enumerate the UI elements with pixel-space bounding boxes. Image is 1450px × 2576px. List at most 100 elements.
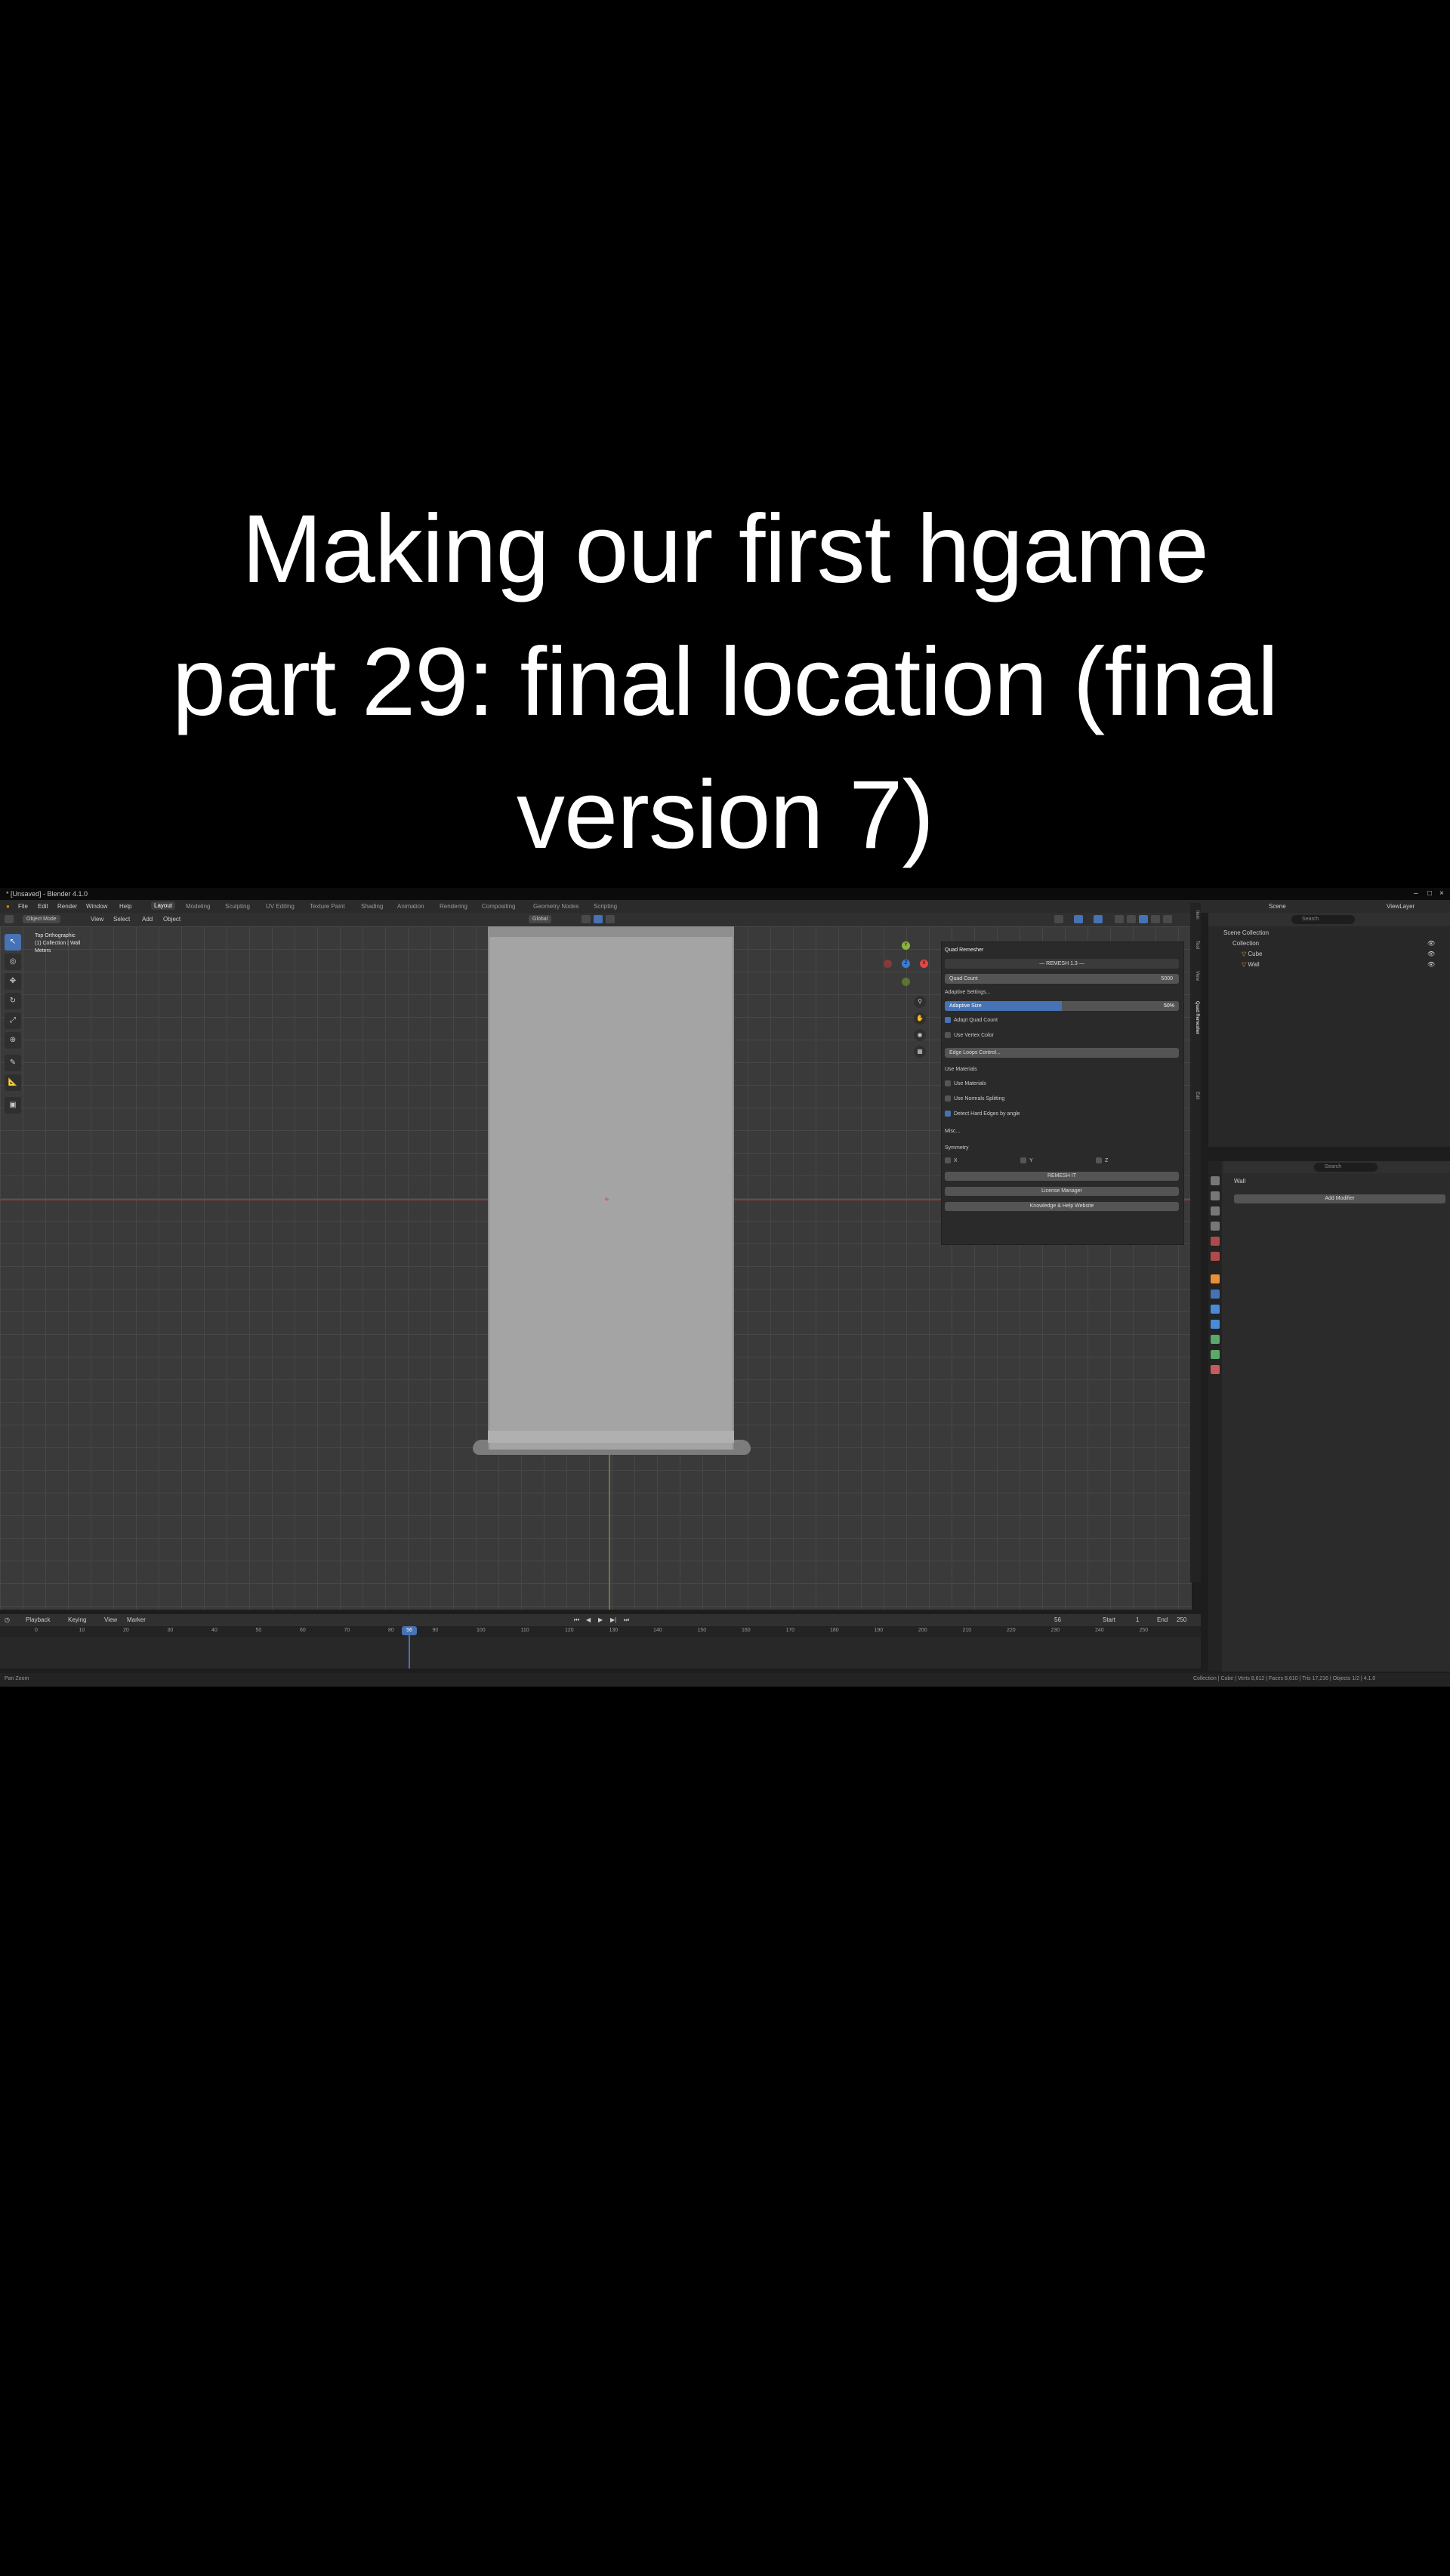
xray-icon[interactable] bbox=[1115, 915, 1124, 923]
proportional-edit-icon[interactable] bbox=[606, 915, 615, 923]
ortho-grid-icon[interactable]: ▦ bbox=[914, 1046, 926, 1058]
navigation-gizmo[interactable]: Y Z X bbox=[884, 941, 929, 987]
scene-collection[interactable]: Scene Collection bbox=[1223, 929, 1269, 936]
tab-view[interactable]: View bbox=[1192, 971, 1199, 981]
tool-props-icon[interactable] bbox=[1211, 1176, 1220, 1185]
select-icon[interactable]: ↖ bbox=[5, 934, 21, 951]
frame-ruler[interactable]: 0 10 20 30 40 50 60 70 80 90 100 110 120 130 140 150 160… bbox=[0, 1626, 1201, 1637]
tab-uv-editing[interactable]: UV Editing bbox=[266, 903, 295, 910]
scene-selector[interactable]: Scene bbox=[1269, 903, 1286, 910]
menu-edit[interactable]: Edit bbox=[38, 903, 48, 910]
adapt-quad-count-checkbox[interactable]: Adapt Quad Count bbox=[945, 1016, 998, 1025]
mode-dropdown[interactable]: Object Mode bbox=[23, 915, 60, 923]
timeline-editor-icon[interactable]: ◷ bbox=[5, 1616, 10, 1623]
overlay-toggle-icon[interactable] bbox=[1094, 915, 1103, 923]
3d-viewport[interactable]: ⌖ Top Orthographic (1) Collection | Wall… bbox=[0, 926, 1192, 1687]
detect-hard-edges-checkbox[interactable]: Detect Hard Edges by angle bbox=[945, 1110, 1020, 1119]
tab-item[interactable]: Item bbox=[1192, 911, 1199, 920]
wall-object[interactable] bbox=[488, 926, 734, 1450]
visibility-eye-icon[interactable]: 👁 bbox=[1427, 961, 1435, 968]
material-shading-icon[interactable] bbox=[1151, 915, 1160, 923]
minimize-icon[interactable]: – bbox=[1414, 889, 1418, 898]
gizmo-z-icon[interactable]: Z bbox=[902, 960, 910, 968]
blender-logo-icon[interactable]: ● bbox=[6, 903, 10, 910]
tab-sculpting[interactable]: Sculpting bbox=[225, 903, 250, 910]
move-icon[interactable]: ✥ bbox=[5, 973, 21, 990]
menu-render[interactable]: Render bbox=[57, 903, 77, 910]
outliner-collection[interactable]: Collection bbox=[1232, 940, 1259, 947]
help-website-button[interactable]: Knowledge & Help Website bbox=[945, 1202, 1179, 1211]
menu-view[interactable]: View bbox=[91, 916, 103, 923]
symmetry-z-checkbox[interactable]: Z bbox=[1096, 1157, 1108, 1166]
tab-layout[interactable]: Layout bbox=[151, 901, 176, 910]
license-manager-button[interactable]: License Manager bbox=[945, 1187, 1179, 1196]
end-frame-field[interactable]: 250 bbox=[1177, 1616, 1186, 1623]
particles-props-icon[interactable] bbox=[1211, 1305, 1220, 1314]
transform-icon[interactable]: ⊕ bbox=[5, 1032, 21, 1049]
menu-help[interactable]: Help bbox=[119, 903, 131, 910]
gizmo-toggle-icon[interactable] bbox=[1074, 915, 1083, 923]
menu-add[interactable]: Add bbox=[142, 916, 153, 923]
keyframe-track[interactable] bbox=[0, 1637, 1201, 1669]
remesh-button[interactable]: REMESH IT bbox=[945, 1172, 1179, 1181]
cursor-icon[interactable]: ◎ bbox=[5, 954, 21, 970]
current-frame-field[interactable]: 56 bbox=[1054, 1616, 1061, 1623]
misc-section[interactable]: Misc... bbox=[945, 1126, 1179, 1137]
camera-view-icon[interactable]: ◉ bbox=[914, 1029, 926, 1041]
menu-select[interactable]: Select bbox=[113, 916, 130, 923]
tab-modeling[interactable]: Modeling bbox=[186, 903, 210, 910]
tab-shading[interactable]: Shading bbox=[361, 903, 383, 910]
edge-loops-dropdown[interactable]: Edge Loops Control... bbox=[945, 1048, 1179, 1058]
use-materials-checkbox[interactable]: Use Materials bbox=[945, 1080, 986, 1089]
wireframe-shading-icon[interactable] bbox=[1127, 915, 1136, 923]
data-props-icon[interactable] bbox=[1211, 1350, 1220, 1359]
object-name-field[interactable]: Wall bbox=[1234, 1178, 1245, 1185]
outliner-item-wall[interactable]: ▽ Wall bbox=[1242, 961, 1260, 968]
gizmo-neg-y-icon[interactable] bbox=[902, 978, 910, 986]
playhead[interactable]: 56 bbox=[402, 1626, 417, 1635]
use-normals-checkbox[interactable]: Use Normals Splitting bbox=[945, 1095, 1004, 1104]
symmetry-y-checkbox[interactable]: Y bbox=[1020, 1157, 1033, 1166]
gizmo-neg-x-icon[interactable] bbox=[884, 960, 892, 968]
measure-icon[interactable]: 📐 bbox=[5, 1074, 21, 1091]
snap-icon[interactable] bbox=[594, 915, 603, 923]
use-vertex-color-checkbox[interactable]: Use Vertex Color bbox=[945, 1031, 994, 1040]
tab-scripting[interactable]: Scripting bbox=[594, 903, 617, 910]
rendered-shading-icon[interactable] bbox=[1163, 915, 1172, 923]
menu-window[interactable]: Window bbox=[86, 903, 107, 910]
gizmo-x-icon[interactable]: X bbox=[920, 960, 928, 968]
object-props-icon[interactable] bbox=[1211, 1274, 1220, 1283]
quad-count-field[interactable]: Quad Count 5000 bbox=[945, 974, 1179, 984]
rotate-icon[interactable]: ↻ bbox=[5, 993, 21, 1009]
output-props-icon[interactable] bbox=[1211, 1206, 1220, 1216]
jump-start-icon[interactable]: ⏮ bbox=[574, 1616, 579, 1624]
gizmo-y-icon[interactable]: Y bbox=[902, 941, 910, 950]
solid-shading-icon[interactable] bbox=[1139, 915, 1148, 923]
render-props-icon[interactable] bbox=[1211, 1191, 1220, 1200]
add-modifier-button[interactable]: Add Modifier bbox=[1234, 1194, 1445, 1203]
editor-type-icon[interactable] bbox=[5, 915, 14, 923]
play-icon[interactable]: ▶ bbox=[598, 1616, 603, 1623]
tab-quad-remesher[interactable]: Quad Remesher bbox=[1192, 1001, 1199, 1034]
outliner-item-cube[interactable]: ▽ Cube bbox=[1242, 951, 1263, 957]
visibility-eye-icon[interactable]: 👁 bbox=[1427, 940, 1435, 947]
pivot-icon[interactable] bbox=[582, 915, 591, 923]
tab-edit[interactable]: Edit bbox=[1192, 1092, 1199, 1099]
scale-icon[interactable]: ⤢ bbox=[5, 1012, 21, 1029]
material-props-icon[interactable] bbox=[1211, 1365, 1220, 1374]
pan-hand-icon[interactable]: ✋ bbox=[914, 1012, 926, 1025]
step-forward-icon[interactable]: ▶| bbox=[610, 1616, 616, 1623]
symmetry-x-checkbox[interactable]: X bbox=[945, 1157, 958, 1166]
maximize-icon[interactable]: □ bbox=[1427, 889, 1432, 898]
zoom-icon[interactable]: ⚲ bbox=[914, 996, 926, 1008]
annotate-icon[interactable]: ✎ bbox=[5, 1055, 21, 1071]
tab-rendering[interactable]: Rendering bbox=[440, 903, 467, 910]
playback-menu[interactable]: Playback bbox=[26, 1616, 50, 1623]
marker-menu[interactable]: Marker bbox=[127, 1616, 146, 1623]
outliner-search[interactable]: Search bbox=[1291, 915, 1355, 924]
modifier-props-icon[interactable] bbox=[1211, 1290, 1220, 1299]
panel-header[interactable]: Quad Remesher bbox=[945, 945, 1179, 956]
tab-animation[interactable]: Animation bbox=[397, 903, 424, 910]
adaptive-size-slider[interactable]: Adaptive Size 50% bbox=[945, 1001, 1179, 1011]
keying-menu[interactable]: Keying bbox=[68, 1616, 86, 1623]
